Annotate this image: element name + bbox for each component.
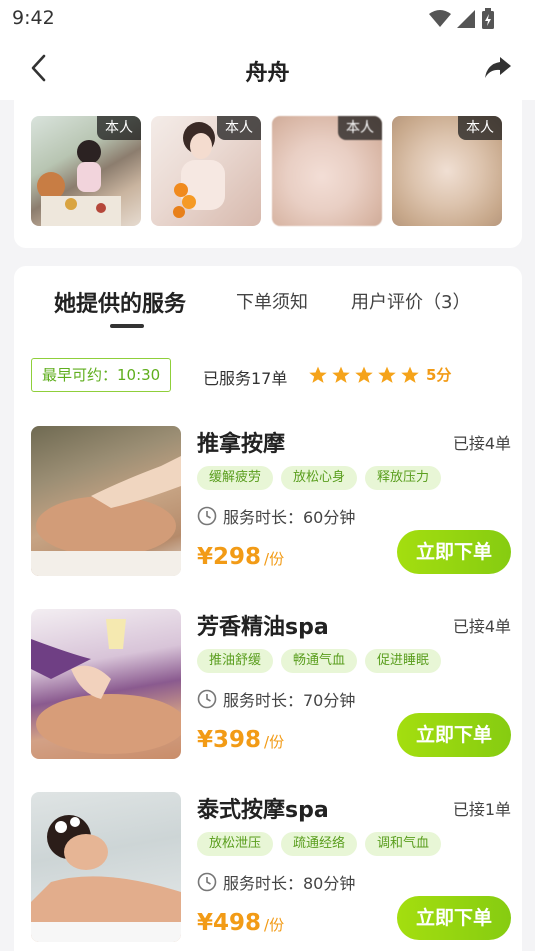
service-tags: 缓解疲劳 放松心身 释放压力 bbox=[197, 466, 442, 490]
photo-2[interactable]: 本人 bbox=[151, 116, 261, 226]
star-icon bbox=[355, 366, 373, 383]
service-name: 推拿按摩 bbox=[197, 432, 286, 457]
service-item[interactable]: 芳香精油spa 已接4单 推油舒缓 畅通气血 促进睡眠 服务时长：70分钟 ¥3… bbox=[31, 609, 511, 759]
earliest-available-badge: 最早可约：10:30 bbox=[31, 358, 172, 392]
price-unit: /份 bbox=[264, 916, 285, 934]
service-tag: 放松泄压 bbox=[197, 832, 274, 856]
status-bar: 9:42 bbox=[0, 0, 535, 36]
service-duration: 服务时长：70分钟 bbox=[197, 687, 355, 711]
service-tag: 缓解疲劳 bbox=[197, 466, 274, 490]
service-price: ¥498 /份 bbox=[197, 910, 284, 936]
order-count: 已接1单 bbox=[452, 800, 511, 819]
service-tag: 疏通经络 bbox=[281, 832, 358, 856]
service-name: 芳香精油spa bbox=[197, 615, 329, 640]
service-tag: 畅通气血 bbox=[281, 649, 358, 673]
status-icons bbox=[429, 8, 495, 30]
service-image bbox=[31, 426, 181, 576]
service-item[interactable]: 泰式按摩spa 已接1单 放松泄压 疏通经络 调和气血 服务时长：80分钟 ¥4… bbox=[31, 792, 511, 942]
photo-gallery: 本人 本人 本人 本人 bbox=[14, 100, 522, 248]
active-tab-indicator bbox=[110, 324, 144, 328]
service-tag: 调和气血 bbox=[365, 832, 442, 856]
duration-text: 服务时长：60分钟 bbox=[223, 508, 356, 527]
page-title: 舟舟 bbox=[245, 61, 290, 86]
tab-user-reviews[interactable]: 用户评价（3） bbox=[351, 288, 470, 314]
price-value: ¥398 bbox=[197, 727, 262, 753]
wifi-icon bbox=[429, 10, 451, 27]
price-value: ¥298 bbox=[197, 544, 262, 570]
clock-icon bbox=[197, 506, 217, 526]
service-name: 泰式按摩spa bbox=[197, 798, 329, 823]
signal-icon bbox=[457, 10, 475, 28]
status-time: 9:42 bbox=[12, 7, 55, 29]
battery-icon bbox=[482, 8, 494, 29]
clock-icon bbox=[197, 872, 217, 892]
price-value: ¥498 bbox=[197, 910, 262, 936]
nav-bar: 舟舟 bbox=[0, 36, 535, 100]
star-icon bbox=[309, 366, 327, 383]
order-now-button[interactable]: 立即下单 bbox=[397, 713, 511, 757]
service-price: ¥398 /份 bbox=[197, 727, 284, 753]
service-tag: 促进睡眠 bbox=[365, 649, 442, 673]
service-tag: 推油舒缓 bbox=[197, 649, 274, 673]
service-image bbox=[31, 792, 181, 942]
star-icon bbox=[401, 366, 419, 383]
share-icon[interactable] bbox=[483, 54, 513, 82]
photo-2-badge: 本人 bbox=[217, 116, 261, 140]
service-tag: 释放压力 bbox=[365, 466, 442, 490]
service-tags: 推油舒缓 畅通气血 促进睡眠 bbox=[197, 649, 442, 673]
massage-photo bbox=[31, 456, 181, 576]
photo-3[interactable]: 本人 bbox=[272, 116, 382, 226]
star-icon bbox=[378, 366, 396, 383]
photo-3-badge: 本人 bbox=[338, 116, 382, 140]
tab-order-notes[interactable]: 下单须知 bbox=[236, 288, 308, 314]
service-price: ¥298 /份 bbox=[197, 544, 284, 570]
service-item[interactable]: 推拿按摩 已接4单 缓解疲劳 放松心身 释放压力 服务时长：60分钟 ¥298 … bbox=[31, 426, 511, 576]
rating: 5分 bbox=[308, 364, 451, 385]
order-count: 已接4单 bbox=[452, 617, 511, 636]
duration-text: 服务时长：80分钟 bbox=[223, 874, 356, 893]
order-count: 已接4单 bbox=[452, 434, 511, 453]
service-duration: 服务时长：60分钟 bbox=[197, 504, 355, 528]
rating-score: 5分 bbox=[426, 366, 452, 384]
price-unit: /份 bbox=[264, 733, 285, 751]
photo-4-badge: 本人 bbox=[458, 116, 502, 140]
served-count: 已服务17单 bbox=[203, 369, 288, 388]
photo-1-badge: 本人 bbox=[97, 116, 141, 140]
service-tags: 放松泄压 疏通经络 调和气血 bbox=[197, 832, 442, 856]
tab-services[interactable]: 她提供的服务 bbox=[54, 286, 186, 318]
photo-4[interactable]: 本人 bbox=[392, 116, 502, 226]
duration-text: 服务时长：70分钟 bbox=[223, 691, 356, 710]
service-duration: 服务时长：80分钟 bbox=[197, 870, 355, 894]
service-panel: 她提供的服务 下单须知 用户评价（3） 最早可约：10:30 已服务17单 5分… bbox=[14, 266, 522, 951]
photo-1[interactable]: 本人 bbox=[31, 116, 141, 226]
oil-massage-photo bbox=[31, 619, 181, 754]
thai-massage-photo bbox=[31, 815, 181, 942]
star-icon bbox=[332, 366, 350, 383]
order-now-button[interactable]: 立即下单 bbox=[397, 530, 511, 574]
order-now-button[interactable]: 立即下单 bbox=[397, 896, 511, 940]
price-unit: /份 bbox=[264, 550, 285, 568]
service-image bbox=[31, 609, 181, 759]
service-tag: 放松心身 bbox=[281, 466, 358, 490]
clock-icon bbox=[197, 689, 217, 709]
